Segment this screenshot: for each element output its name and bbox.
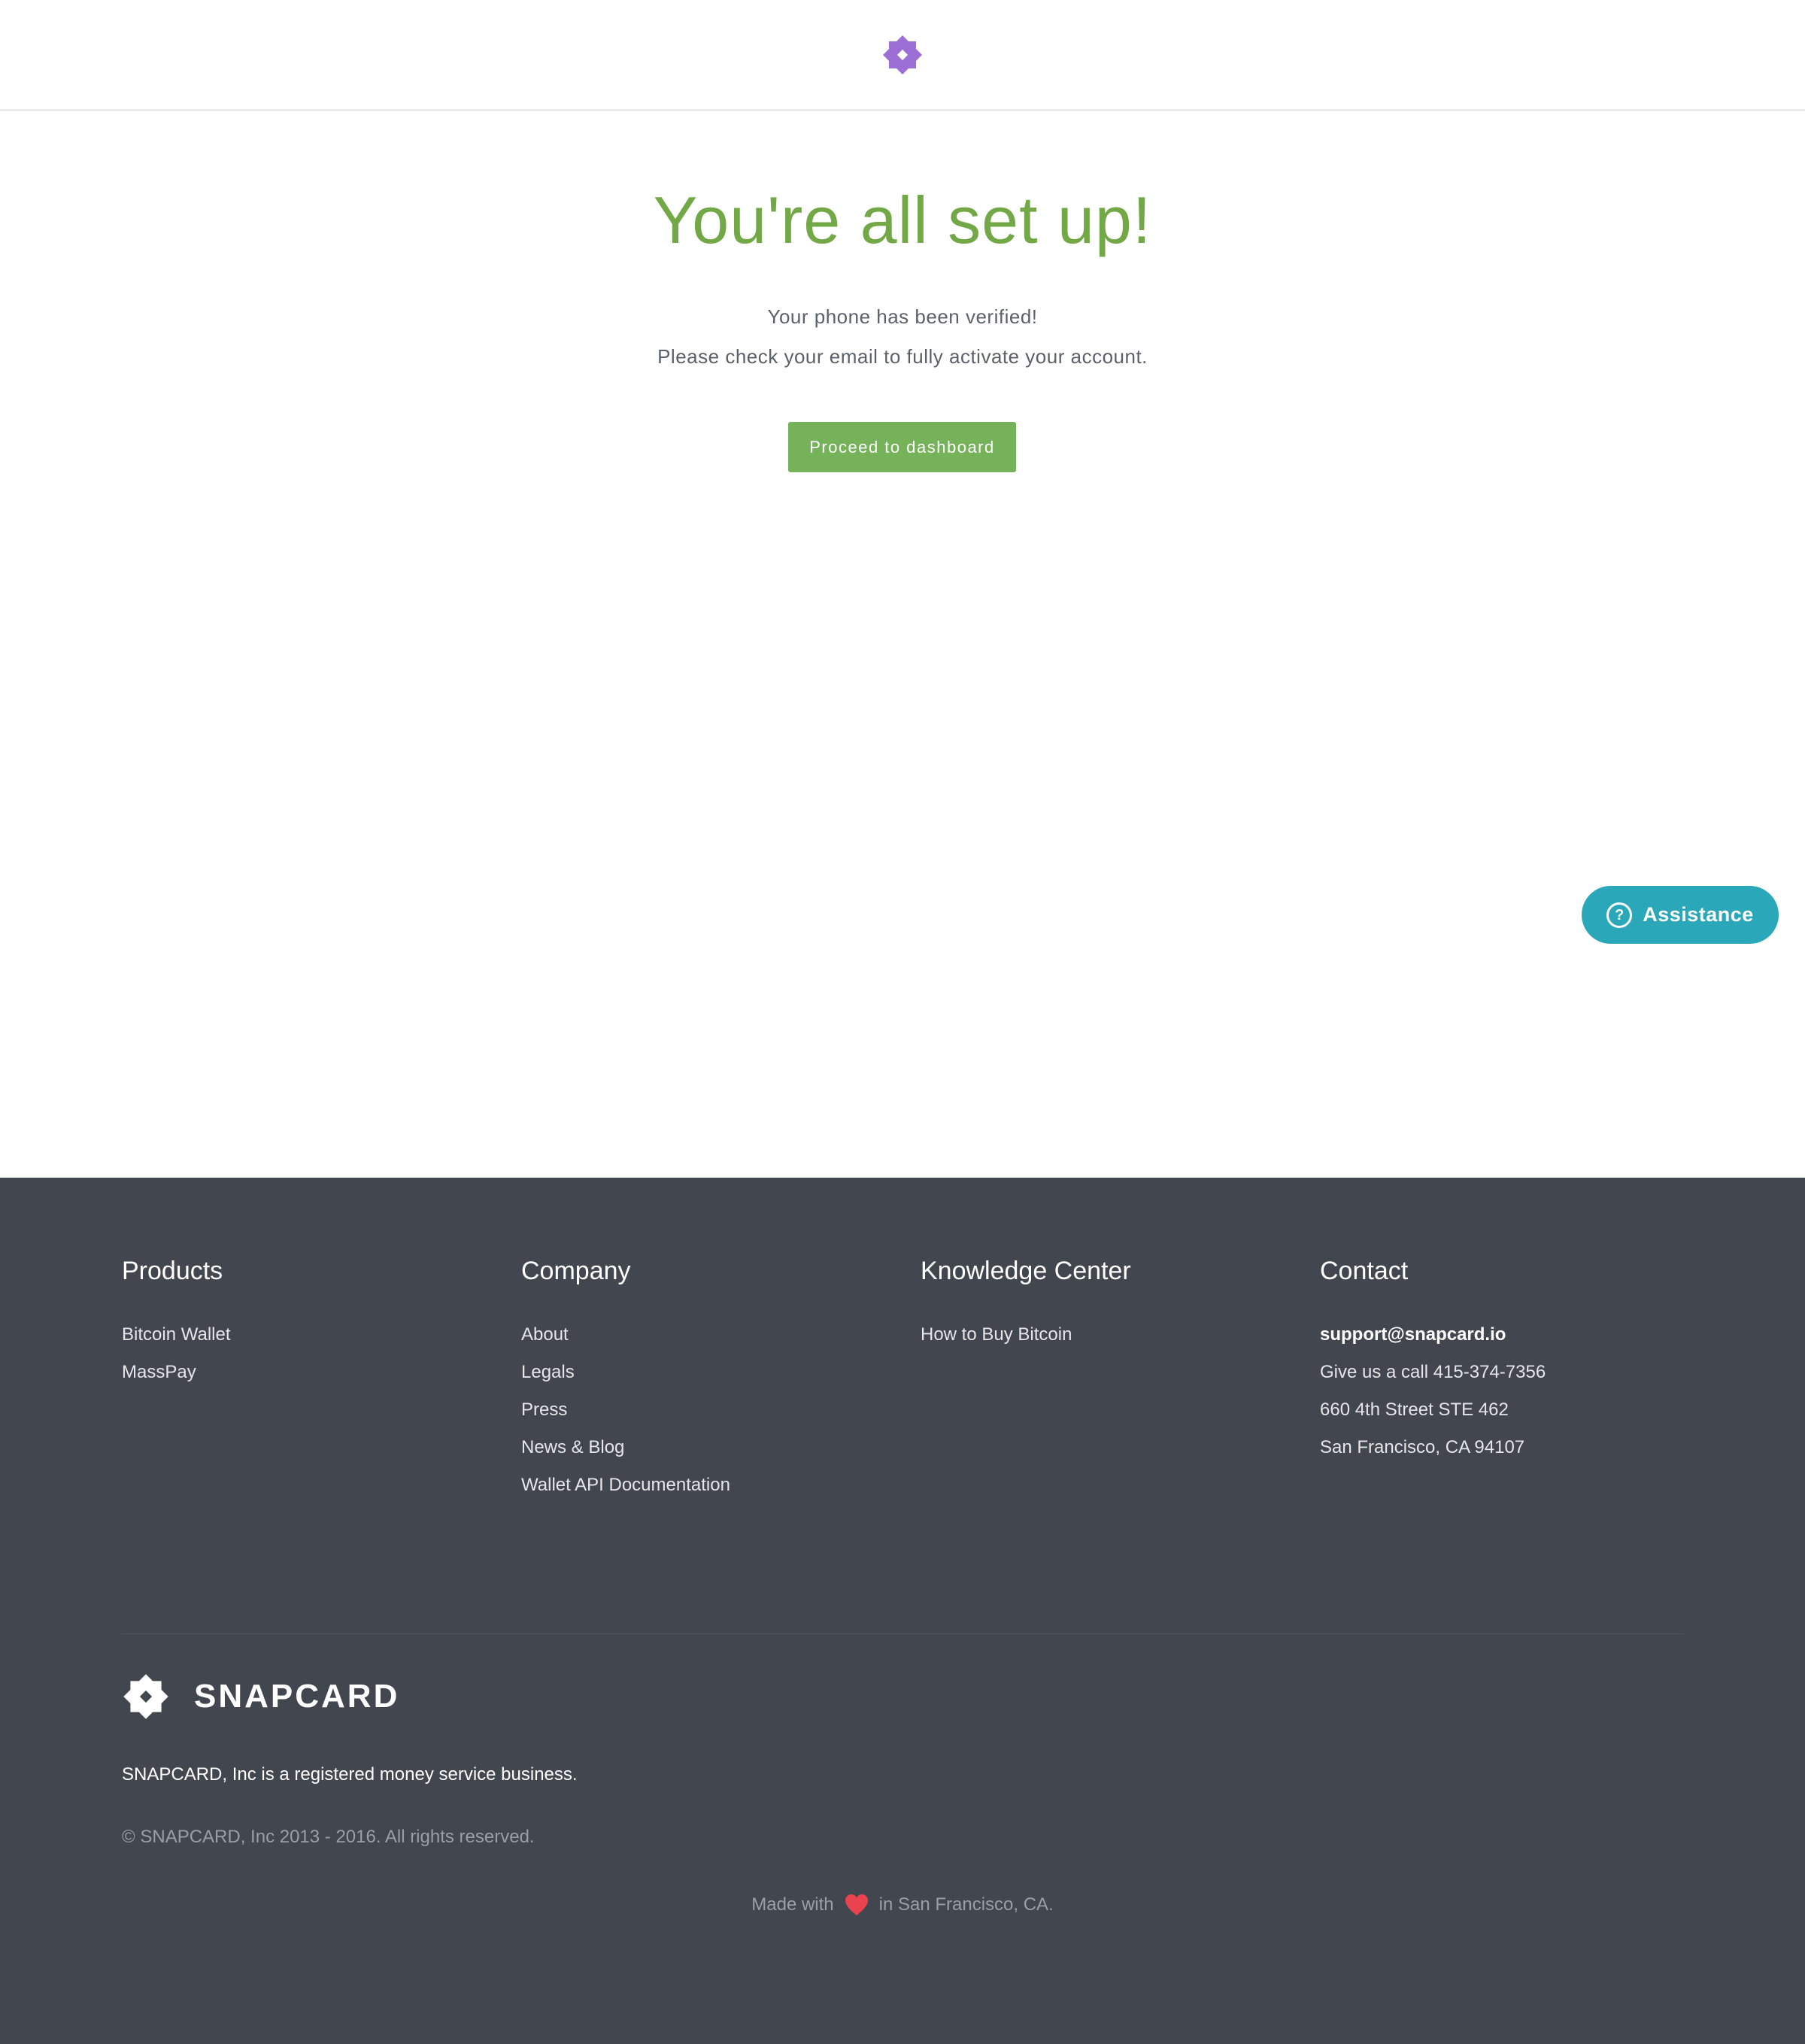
assistance-label: Assistance <box>1643 903 1754 926</box>
proceed-to-dashboard-button[interactable]: Proceed to dashboard <box>788 422 1016 472</box>
page-title: You're all set up! <box>653 183 1152 257</box>
top-header <box>0 0 1805 111</box>
footer-link-legals[interactable]: Legals <box>521 1354 730 1391</box>
footer: Products Bitcoin Wallet MassPay Company … <box>0 1178 1805 2044</box>
footer-heading-company: Company <box>521 1257 631 1285</box>
footer-address-line-2: San Francisco, CA 94107 <box>1320 1437 1525 1457</box>
footer-link-wallet-api-docs[interactable]: Wallet API Documentation <box>521 1466 730 1504</box>
snapcard-logo-icon[interactable] <box>881 34 924 76</box>
made-with-prefix: Made with <box>751 1894 834 1915</box>
footer-brand: SNAPCARD <box>122 1673 399 1721</box>
footer-heading-knowledge-center: Knowledge Center <box>921 1257 1131 1285</box>
footer-divider <box>122 1633 1683 1634</box>
footer-knowledge-column: Knowledge Center How to Buy Bitcoin <box>921 1253 1131 1354</box>
heart-icon <box>845 1894 868 1915</box>
footer-registered-notice: SNAPCARD, Inc is a registered money serv… <box>122 1764 578 1785</box>
footer-copyright: © SNAPCARD, Inc 2013 - 2016. All rights … <box>122 1827 535 1847</box>
snapcard-white-logo-icon <box>123 1674 168 1719</box>
footer-link-news-blog[interactable]: News & Blog <box>521 1429 730 1466</box>
footer-link-masspay[interactable]: MassPay <box>122 1354 231 1391</box>
footer-link-support-email[interactable]: support@snapcard.io <box>1320 1316 1546 1354</box>
main-content: You're all set up! Your phone has been v… <box>0 111 1805 1178</box>
footer-link-press[interactable]: Press <box>521 1391 730 1429</box>
made-with-suffix: in San Francisco, CA. <box>878 1894 1054 1915</box>
footer-link-how-to-buy-bitcoin[interactable]: How to Buy Bitcoin <box>921 1316 1131 1354</box>
footer-company-column: Company About Legals Press News & Blog W… <box>521 1253 730 1504</box>
footer-heading-products: Products <box>122 1257 223 1285</box>
activate-message: Please check your email to fully activat… <box>657 345 1148 368</box>
footer-contact-column: Contact support@snapcard.io Give us a ca… <box>1320 1253 1546 1466</box>
verified-message: Your phone has been verified! <box>767 305 1038 328</box>
footer-link-about[interactable]: About <box>521 1316 730 1354</box>
footer-phone: Give us a call 415-374-7356 <box>1320 1362 1546 1382</box>
footer-made-with: Made with in San Francisco, CA. <box>0 1894 1805 1916</box>
footer-brand-name: SNAPCARD <box>194 1678 400 1715</box>
question-circle-icon: ? <box>1606 902 1633 928</box>
footer-products-column: Products Bitcoin Wallet MassPay <box>122 1253 231 1391</box>
assistance-button[interactable]: ? Assistance <box>1582 886 1779 944</box>
footer-address-line-1: 660 4th Street STE 462 <box>1320 1400 1509 1420</box>
footer-link-bitcoin-wallet[interactable]: Bitcoin Wallet <box>122 1316 231 1354</box>
footer-heading-contact: Contact <box>1320 1257 1409 1285</box>
